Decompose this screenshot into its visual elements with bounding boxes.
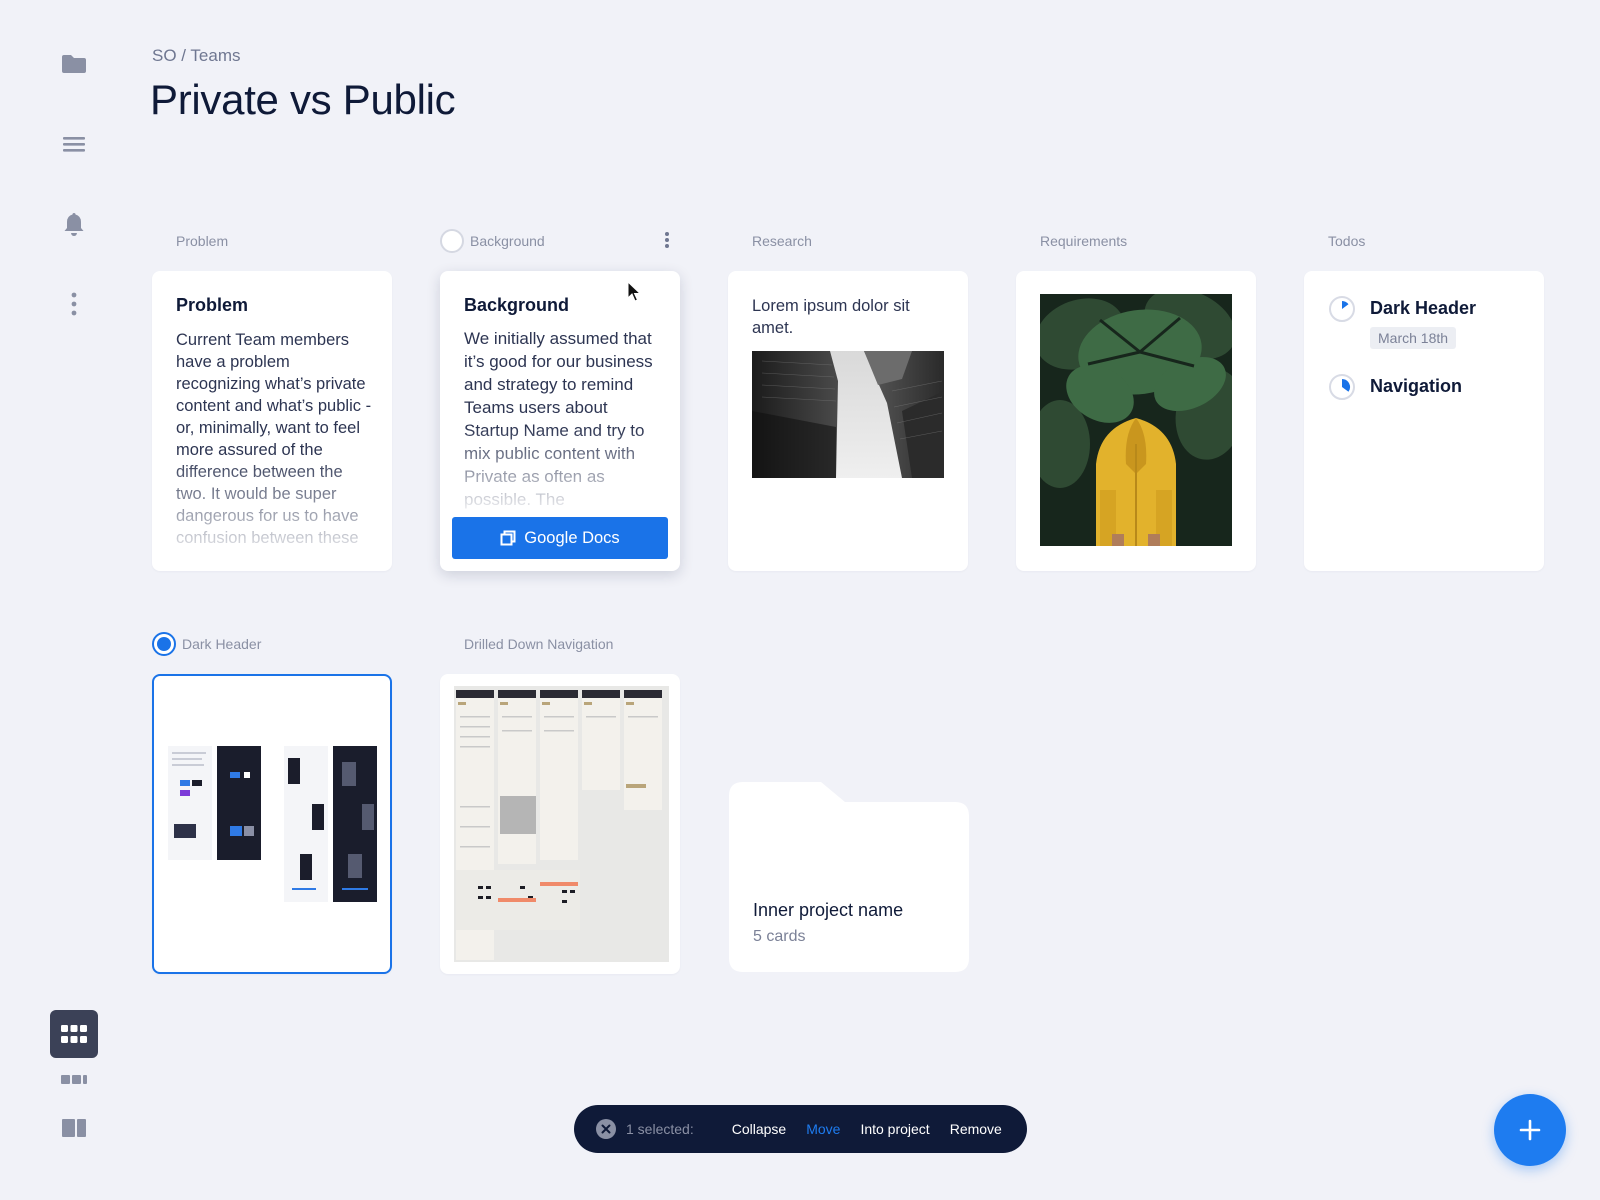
todo-item[interactable]: Navigation xyxy=(1328,373,1462,401)
progress-ring-icon xyxy=(1329,296,1355,322)
plus-icon xyxy=(1519,1119,1541,1141)
dark-header-mockup-image xyxy=(168,746,377,902)
external-window-icon xyxy=(500,530,516,546)
more-vertical-icon xyxy=(71,292,77,316)
folder-icon xyxy=(62,55,86,73)
notifications-nav-button[interactable] xyxy=(50,200,98,248)
collapse-action[interactable]: Collapse xyxy=(732,1121,786,1137)
background-card[interactable]: Background We initially assumed that it’… xyxy=(440,271,680,571)
mouse-cursor-icon xyxy=(627,281,641,302)
google-docs-button[interactable]: Google Docs xyxy=(452,517,668,559)
breadcrumb[interactable]: SO / Teams xyxy=(152,46,241,66)
split-view-icon xyxy=(62,1119,86,1137)
card-options-button[interactable] xyxy=(658,229,676,251)
card-body-text: Current Team members have a problem reco… xyxy=(176,331,372,547)
folder-card-count: 5 cards xyxy=(753,928,806,945)
folder-title: Inner project name xyxy=(753,900,904,920)
select-radio-dark-header[interactable] xyxy=(152,632,176,656)
column-label-background: Background xyxy=(470,233,545,249)
todos-card[interactable]: Dark Header March 18th Navigation xyxy=(1304,271,1544,571)
column-label-problem: Problem xyxy=(176,233,229,249)
split-view-button[interactable] xyxy=(50,1104,98,1152)
requirements-image xyxy=(1040,294,1232,546)
requirements-card[interactable] xyxy=(1016,271,1256,571)
problem-card[interactable]: Problem Current Team members have a prob… xyxy=(152,271,392,571)
card-title: Problem xyxy=(176,295,249,315)
menu-nav-button[interactable] xyxy=(50,120,98,168)
column-label-todos: Todos xyxy=(1328,233,1366,249)
page-title: Private vs Public xyxy=(150,76,456,123)
inner-project-folder[interactable]: Inner project name 5 cards xyxy=(729,782,969,972)
column-label-dark-header: Dark Header xyxy=(182,636,262,652)
carousel-view-button[interactable] xyxy=(50,1056,98,1104)
todo-title: Dark Header xyxy=(1370,298,1477,318)
more-vertical-icon xyxy=(665,232,669,236)
google-docs-label: Google Docs xyxy=(524,528,620,547)
column-label-research: Research xyxy=(752,233,812,249)
card-body-text: We initially assumed that it’s good for … xyxy=(464,329,653,509)
due-date-chip: March 18th xyxy=(1370,327,1457,349)
column-label-drilled-down-navigation: Drilled Down Navigation xyxy=(464,636,614,652)
research-image xyxy=(752,351,944,478)
todo-item[interactable]: Dark Header xyxy=(1328,295,1476,323)
todo-title: Navigation xyxy=(1370,376,1463,396)
into-project-action[interactable]: Into project xyxy=(860,1121,929,1137)
grid-view-button[interactable] xyxy=(50,1010,98,1058)
select-radio-background[interactable] xyxy=(440,229,464,253)
column-label-requirements: Requirements xyxy=(1040,233,1128,249)
drilled-down-navigation-card[interactable] xyxy=(440,674,680,974)
selection-count: 1 selected: xyxy=(626,1121,694,1137)
selection-action-bar: 1 selected: Collapse Move Into project R… xyxy=(574,1105,1027,1153)
research-card[interactable]: Lorem ipsum dolor sit amet. xyxy=(728,271,968,571)
move-action[interactable]: Move xyxy=(806,1121,840,1137)
more-nav-button[interactable] xyxy=(50,280,98,328)
progress-ring-icon xyxy=(1329,374,1355,400)
card-body-text: Lorem ipsum dolor sit amet. xyxy=(752,297,910,337)
card-title: Background xyxy=(464,295,570,315)
bell-icon xyxy=(64,213,84,236)
dark-header-card[interactable] xyxy=(152,674,392,974)
close-icon xyxy=(601,1124,611,1134)
grid-view-icon xyxy=(61,1025,87,1043)
add-button[interactable] xyxy=(1494,1094,1566,1166)
menu-icon xyxy=(63,137,85,152)
remove-action[interactable]: Remove xyxy=(950,1121,1002,1137)
carousel-view-icon xyxy=(61,1075,87,1084)
navigation-mockup-image xyxy=(454,686,669,962)
folder-nav-button[interactable] xyxy=(50,40,98,88)
clear-selection-button[interactable] xyxy=(596,1119,616,1139)
